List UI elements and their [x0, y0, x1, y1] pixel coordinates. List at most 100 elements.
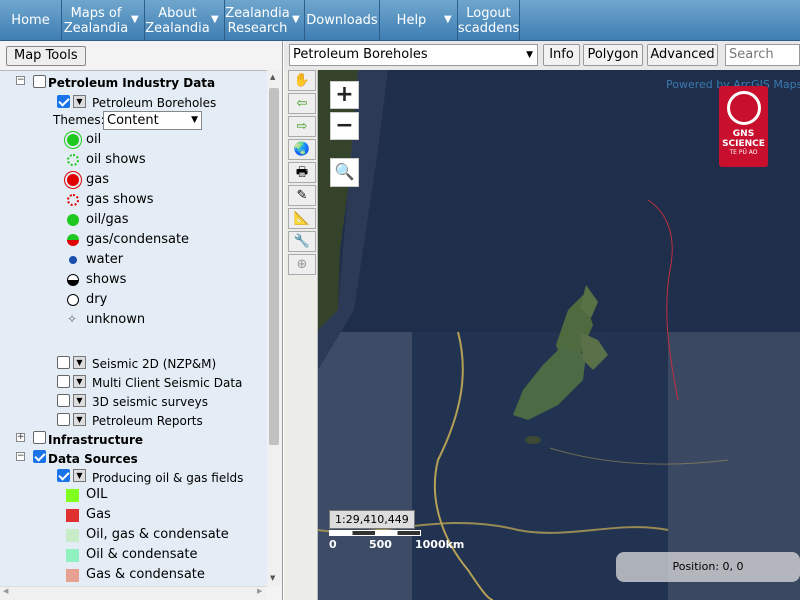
- gns-emblem-icon: [726, 91, 761, 125]
- scroll-down-icon[interactable]: ▼: [270, 574, 275, 582]
- map-view[interactable]: Powered by ArcGIS Mapservice + − 🔍 GNS S…: [318, 70, 800, 600]
- field-label: Gas: [86, 507, 111, 522]
- scale-tick: 1000km: [415, 538, 465, 551]
- field-swatch: [66, 529, 79, 542]
- water-symbol-icon: [69, 256, 77, 264]
- infrastructure-checkbox[interactable]: [33, 431, 46, 444]
- data-sources-label: Data Sources: [48, 452, 138, 466]
- pan-hand-icon[interactable]: ✋: [288, 70, 316, 91]
- wrench-icon[interactable]: 🔧: [288, 231, 316, 252]
- field-swatch: [66, 549, 79, 562]
- layer-options-icon[interactable]: ▼: [73, 394, 86, 407]
- multi-client-seismic-label: Multi Client Seismic Data: [92, 376, 243, 390]
- shows-symbol-icon: [67, 274, 79, 286]
- 3d-seismic-label: 3D seismic surveys: [92, 395, 208, 409]
- layer-options-icon[interactable]: ▼: [73, 413, 86, 426]
- zoom-out-button[interactable]: −: [330, 112, 359, 140]
- legend-label: gas shows: [86, 192, 154, 207]
- field-swatch: [66, 489, 79, 502]
- position-readout: Position: 0, 0: [616, 552, 800, 582]
- map-tools-button[interactable]: Map Tools: [6, 46, 86, 66]
- multi-client-seismic-checkbox[interactable]: [57, 375, 70, 388]
- producing-fields-checkbox[interactable]: [57, 469, 70, 482]
- layer-panel: Map Tools − Petroleum Industry Data ▼ Pe…: [0, 41, 283, 600]
- layer-select[interactable]: Petroleum Boreholes ▼: [289, 44, 538, 66]
- layer-options-icon[interactable]: ▼: [73, 356, 86, 369]
- unknown-symbol-icon: ✧: [67, 312, 78, 326]
- map-side-tools: ✋ ⇦ ⇨ 🌏 🖶 ✎ 📐 🔧 ⊕: [284, 70, 318, 600]
- layer-options-icon[interactable]: ▼: [73, 469, 86, 482]
- scroll-right-icon[interactable]: ▶: [257, 587, 262, 595]
- petroleum-boreholes-label: Petroleum Boreholes: [92, 96, 217, 110]
- locate-icon[interactable]: ⊕: [288, 254, 316, 275]
- themes-label: Themes:: [53, 113, 105, 127]
- legend-label: water: [86, 252, 124, 267]
- legend-label: unknown: [86, 312, 146, 327]
- producing-fields-label: Producing oil & gas fields: [92, 471, 244, 485]
- 3d-seismic-checkbox[interactable]: [57, 394, 70, 407]
- magnifier-icon[interactable]: 🔍: [330, 158, 359, 187]
- field-label: OIL: [86, 487, 108, 502]
- advanced-button[interactable]: Advanced: [647, 44, 718, 66]
- chevron-down-icon[interactable]: ▼: [211, 14, 219, 25]
- oil-symbol-icon: [67, 134, 79, 146]
- seismic-2d-label: Seismic 2D (NZP&M): [92, 357, 217, 371]
- collapse-icon[interactable]: −: [16, 452, 25, 461]
- field-label: Gas & condensate: [86, 567, 205, 582]
- gns-science-logo: GNS SCIENCE TE PŪ AO: [719, 86, 768, 167]
- legend-label: shows: [86, 272, 127, 287]
- legend-label: oil: [86, 132, 102, 147]
- layer-options-icon[interactable]: ▼: [73, 95, 86, 108]
- petroleum-reports-checkbox[interactable]: [57, 413, 70, 426]
- layer-options-icon[interactable]: ▼: [73, 375, 86, 388]
- legend-label: gas/condensate: [86, 232, 190, 247]
- scale-ratio: 1:29,410,449: [329, 510, 415, 529]
- scale-tick: 500: [369, 538, 392, 551]
- scale-tick: 0: [329, 538, 337, 551]
- info-button[interactable]: Info: [543, 44, 580, 66]
- scrollbar-thumb[interactable]: [269, 88, 279, 445]
- scale-bar: [329, 530, 421, 536]
- petroleum-industry-checkbox[interactable]: [33, 75, 46, 88]
- chevron-down-icon[interactable]: ▼: [292, 14, 300, 25]
- draw-icon[interactable]: ✎: [288, 185, 316, 206]
- legend-label: oil shows: [86, 152, 146, 167]
- layer-tree: − Petroleum Industry Data ▼ Petroleum Bo…: [0, 70, 267, 586]
- previous-extent-icon[interactable]: ⇦: [288, 93, 316, 114]
- search-layers-input[interactable]: Search layers: [725, 44, 800, 66]
- field-label: Oil & condensate: [86, 547, 198, 562]
- nav-logout[interactable]: Logout scaddens: [458, 0, 520, 41]
- chevron-down-icon[interactable]: ▼: [131, 14, 139, 25]
- scroll-left-icon[interactable]: ◀: [3, 587, 8, 595]
- nav-home[interactable]: Home: [0, 0, 62, 41]
- themes-select[interactable]: Content ▼: [103, 111, 202, 130]
- scroll-up-icon[interactable]: ▲: [270, 73, 275, 81]
- seismic-2d-checkbox[interactable]: [57, 356, 70, 369]
- petroleum-industry-label: Petroleum Industry Data: [48, 76, 216, 90]
- polygon-button[interactable]: Polygon: [583, 44, 643, 66]
- chevron-down-icon[interactable]: ▼: [444, 14, 452, 25]
- oil-shows-symbol-icon: [67, 154, 79, 166]
- legend-label: oil/gas: [86, 212, 129, 227]
- petroleum-boreholes-checkbox[interactable]: [57, 95, 70, 108]
- legend-label: gas: [86, 172, 109, 187]
- horizontal-scrollbar[interactable]: [0, 586, 267, 600]
- oil-gas-symbol-icon: [67, 214, 79, 226]
- zoom-in-button[interactable]: +: [330, 81, 359, 109]
- dry-symbol-icon: [67, 294, 79, 306]
- gas-shows-symbol-icon: [67, 194, 79, 206]
- data-sources-checkbox[interactable]: [33, 450, 46, 463]
- legend-label: dry: [86, 292, 108, 307]
- globe-icon[interactable]: 🌏: [288, 139, 316, 160]
- print-icon[interactable]: 🖶: [288, 162, 316, 183]
- expand-icon[interactable]: +: [16, 433, 25, 442]
- nav-downloads[interactable]: Downloads: [305, 0, 380, 41]
- field-swatch: [66, 509, 79, 522]
- chevron-down-icon: ▼: [526, 50, 533, 60]
- next-extent-icon[interactable]: ⇨: [288, 116, 316, 137]
- measure-icon[interactable]: 📐: [288, 208, 316, 229]
- field-label: Oil, gas & condensate: [86, 527, 229, 542]
- gas-symbol-icon: [67, 174, 79, 186]
- collapse-icon[interactable]: −: [16, 76, 25, 85]
- top-navigation: Home Maps of Zealandia ▼ About Zealandia…: [0, 0, 800, 41]
